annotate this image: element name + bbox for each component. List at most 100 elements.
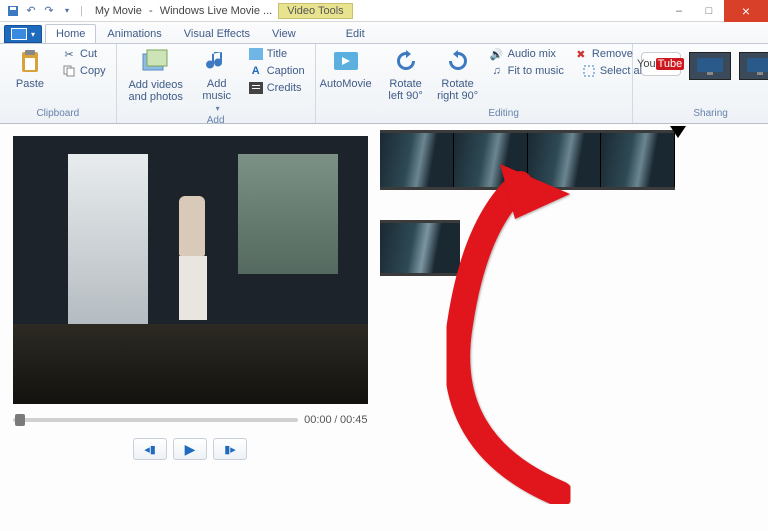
rotate-left-icon xyxy=(391,48,421,76)
chevron-down-icon: ▾ xyxy=(31,30,35,39)
share-target-2[interactable] xyxy=(739,52,768,80)
save-icon[interactable] xyxy=(6,4,20,18)
workspace: 00:00 / 00:45 ◂▮ ▶ ▮▸ xyxy=(0,124,768,531)
audio-mix-label: Audio mix xyxy=(508,48,556,60)
preview-frame xyxy=(13,136,368,404)
time-total: 00:45 xyxy=(340,414,368,426)
tab-home[interactable]: Home xyxy=(45,24,96,43)
caption-icon: A xyxy=(249,64,263,78)
seek-bar-row: 00:00 / 00:45 xyxy=(13,414,368,426)
ribbon-tabs: ▾ Home Animations Visual Effects View Ed… xyxy=(0,22,768,44)
youtube-button[interactable]: YouTube xyxy=(641,52,681,76)
copy-icon xyxy=(62,64,76,78)
audio-mix-icon: 🔊 xyxy=(490,47,504,61)
credits-button[interactable]: Credits xyxy=(245,80,309,96)
play-icon: ▶ xyxy=(185,441,196,458)
next-icon: ▮▸ xyxy=(224,443,236,456)
minimize-button[interactable]: – xyxy=(664,0,694,22)
automovie-button[interactable]: AutoMovie xyxy=(322,46,370,92)
prev-frame-button[interactable]: ◂▮ xyxy=(133,438,167,460)
close-button[interactable]: × xyxy=(724,0,768,22)
group-label-sharing: Sharing xyxy=(639,108,768,121)
cut-icon: ✂ xyxy=(62,47,76,61)
paste-label: Paste xyxy=(16,78,44,90)
fit-to-music-icon: ♫ xyxy=(490,64,504,78)
maximize-icon: □ xyxy=(706,5,713,17)
separator: | xyxy=(80,5,83,17)
copy-button[interactable]: Copy xyxy=(58,63,110,79)
window-title-app: Windows Live Movie ... xyxy=(160,5,272,17)
group-label-clipboard: Clipboard xyxy=(6,108,110,121)
annotation-arrow xyxy=(400,164,660,504)
context-tab-video-tools[interactable]: Video Tools xyxy=(278,3,352,19)
play-button[interactable]: ▶ xyxy=(173,438,207,460)
time-display: 00:00 / 00:45 xyxy=(304,414,367,426)
title-button[interactable]: Title xyxy=(245,46,309,62)
playhead-icon[interactable] xyxy=(670,126,686,138)
group-add: Add videos and photos Add music Title AC… xyxy=(117,44,316,123)
undo-icon[interactable]: ↶ xyxy=(24,4,38,18)
group-label-blank xyxy=(322,108,370,121)
timeline-pane[interactable] xyxy=(380,124,768,531)
file-tab[interactable]: ▾ xyxy=(4,25,42,43)
remove-button[interactable]: ✖Remove xyxy=(570,46,637,62)
qat-dropdown-icon[interactable]: ▾ xyxy=(60,4,74,18)
paste-button[interactable]: Paste xyxy=(6,46,54,92)
share-target-1[interactable] xyxy=(689,52,731,80)
window-title-sep: - xyxy=(146,5,156,17)
maximize-button[interactable]: □ xyxy=(694,0,724,22)
audio-mix-button[interactable]: 🔊 Audio mix xyxy=(486,46,560,62)
rotate-left-button[interactable]: Rotate left 90° xyxy=(382,46,430,104)
tab-edit[interactable]: Edit xyxy=(335,24,376,43)
window-controls: – □ × xyxy=(664,0,768,22)
title-label: Title xyxy=(267,48,287,60)
title-icon xyxy=(249,47,263,61)
automovie-icon xyxy=(331,48,361,76)
prev-icon: ◂▮ xyxy=(144,443,156,456)
window-title-project: My Movie xyxy=(95,5,142,17)
credits-label: Credits xyxy=(267,82,302,94)
close-icon: × xyxy=(742,3,750,19)
clip-frame xyxy=(380,223,460,273)
video-preview[interactable] xyxy=(13,136,368,404)
group-sharing: YouTube Sharing xyxy=(633,44,768,123)
credits-icon xyxy=(249,81,263,95)
select-all-icon xyxy=(582,64,596,78)
caption-button[interactable]: ACaption xyxy=(245,63,309,79)
tab-visual-effects[interactable]: Visual Effects xyxy=(173,24,261,43)
minimize-icon: – xyxy=(676,5,682,17)
clip-frame xyxy=(454,133,528,187)
file-icon xyxy=(11,28,27,40)
tab-animations[interactable]: Animations xyxy=(96,24,172,43)
automovie-label: AutoMovie xyxy=(320,78,372,90)
timeline-clip-2[interactable] xyxy=(380,220,460,276)
add-videos-label: Add videos and photos xyxy=(125,79,187,103)
title-bar: ↶ ↷ ▾ | My Movie - Windows Live Movie ..… xyxy=(0,0,768,22)
group-clipboard: Paste ✂ Cut Copy Clipboard xyxy=(0,44,117,123)
group-editing: Rotate left 90° Rotate right 90° 🔊 Audio … xyxy=(376,44,633,123)
add-music-button[interactable]: Add music xyxy=(193,46,241,115)
quick-access-toolbar: ↶ ↷ ▾ | xyxy=(0,4,91,18)
preview-pane: 00:00 / 00:45 ◂▮ ▶ ▮▸ xyxy=(0,124,380,531)
group-automovie: AutoMovie xyxy=(316,44,376,123)
cut-label: Cut xyxy=(80,48,97,60)
add-music-icon xyxy=(202,48,232,76)
monitor-icon xyxy=(695,56,725,76)
group-label-editing: Editing xyxy=(382,108,626,121)
add-videos-button[interactable]: Add videos and photos xyxy=(123,46,189,105)
playback-controls: ◂▮ ▶ ▮▸ xyxy=(133,438,247,460)
seek-slider[interactable] xyxy=(13,418,299,422)
seek-thumb[interactable] xyxy=(15,414,25,426)
rotate-right-label: Rotate right 90° xyxy=(436,78,480,102)
cut-button[interactable]: ✂ Cut xyxy=(58,46,110,62)
clip-frame xyxy=(380,133,454,187)
remove-icon: ✖ xyxy=(574,47,588,61)
fit-to-music-button[interactable]: ♫Fit to music xyxy=(486,63,568,79)
tab-view[interactable]: View xyxy=(261,24,307,43)
next-frame-button[interactable]: ▮▸ xyxy=(213,438,247,460)
youtube-icon: YouTube xyxy=(637,58,684,70)
redo-icon[interactable]: ↷ xyxy=(42,4,56,18)
rotate-right-button[interactable]: Rotate right 90° xyxy=(434,46,482,104)
timeline-clip-1[interactable] xyxy=(380,130,675,190)
copy-label: Copy xyxy=(80,65,106,77)
